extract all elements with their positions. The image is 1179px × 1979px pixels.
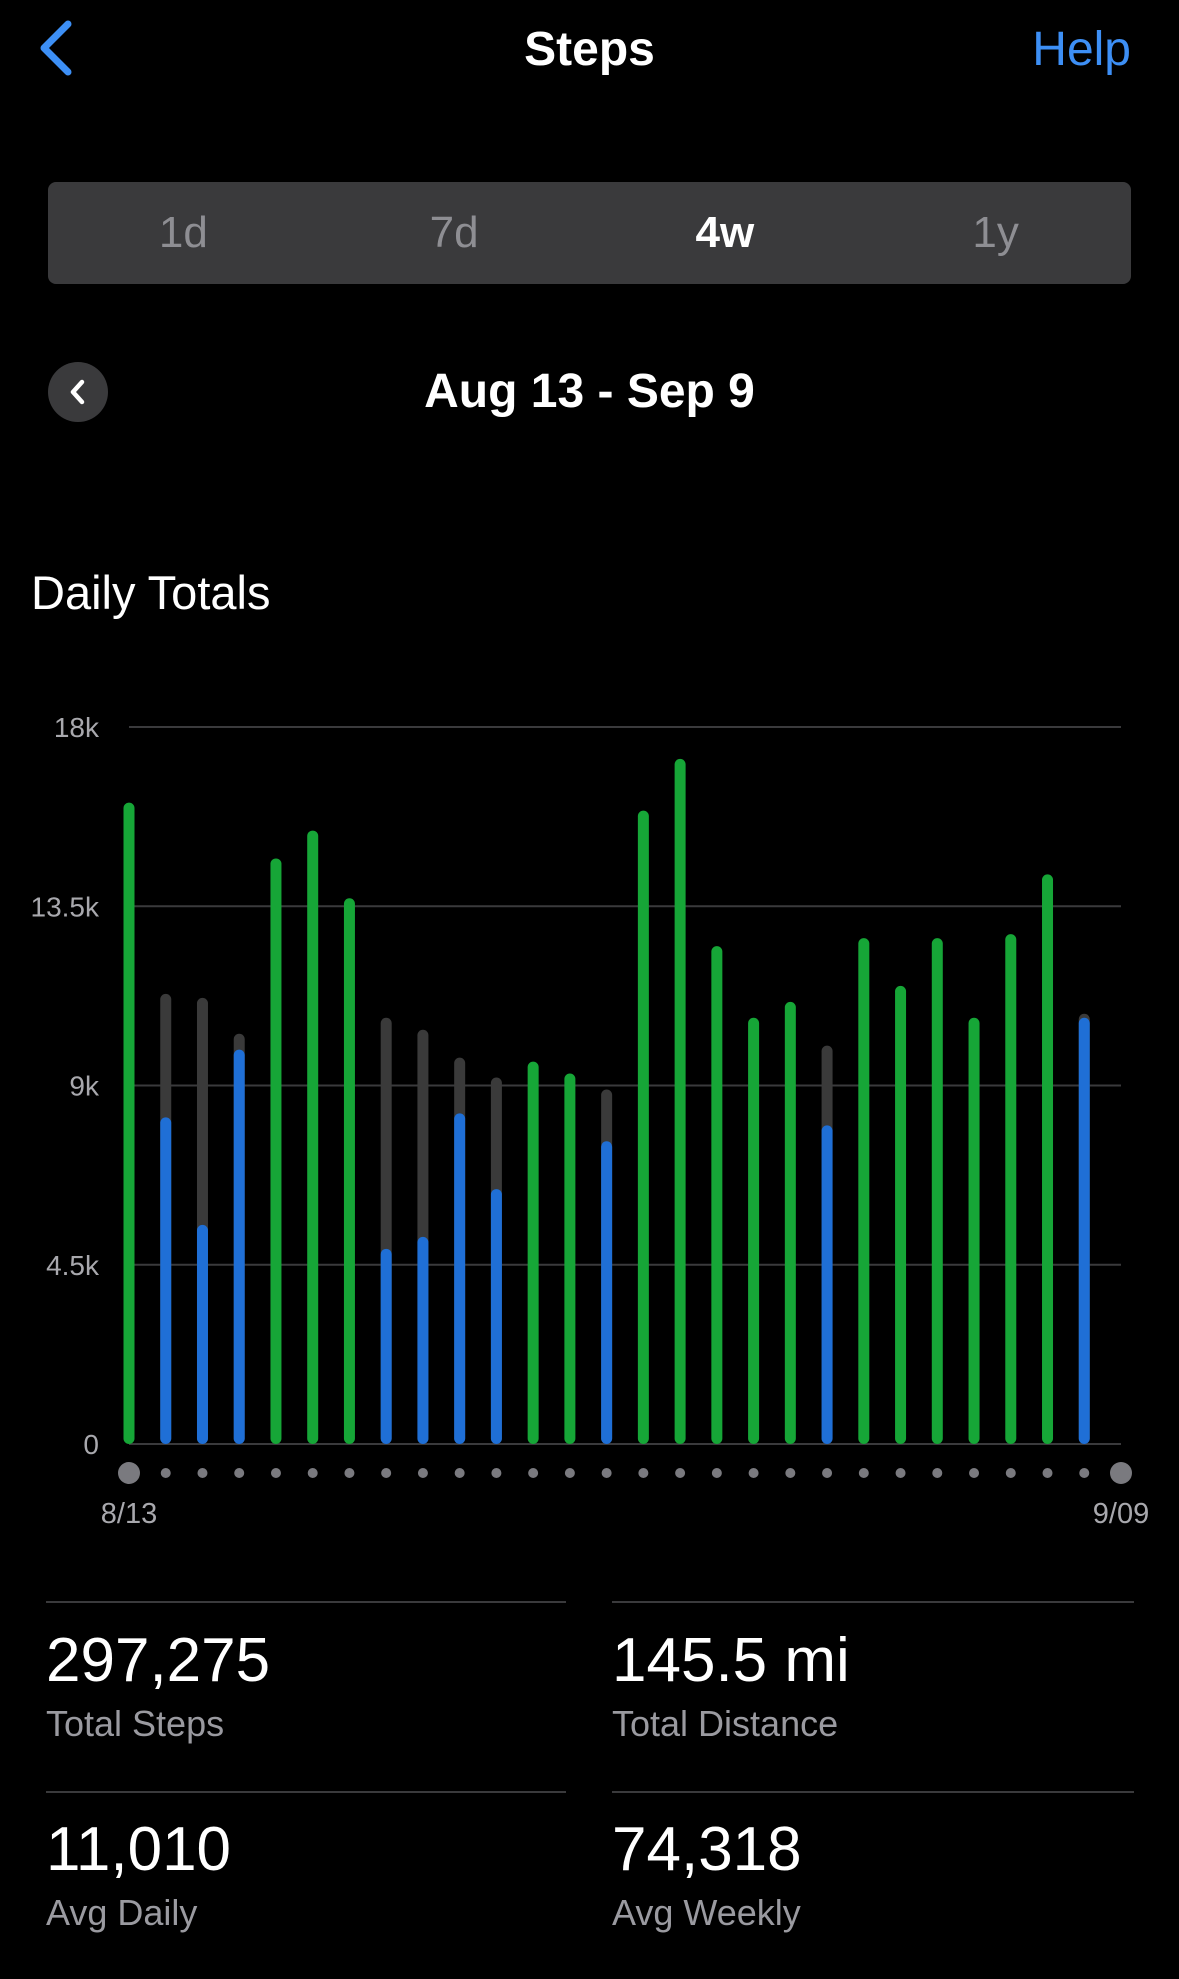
total-distance-label: Total Distance [612, 1703, 839, 1744]
steps-bar [784, 1001, 796, 1444]
x-axis-dot [932, 1468, 943, 1478]
y-tick-label: 9k [69, 1071, 100, 1102]
steps-bar [821, 1125, 833, 1444]
stat-divider [612, 1601, 1134, 1603]
total-steps-value: 297,275 [46, 1626, 271, 1695]
steps-bar [527, 1061, 539, 1444]
x-axis-dot [381, 1468, 392, 1478]
x-axis-dot [895, 1468, 906, 1478]
avg-daily-label: Avg Daily [46, 1892, 198, 1933]
date-range-label: Aug 13 - Sep 9 [424, 365, 755, 418]
x-axis-dot [344, 1468, 355, 1478]
section-title: Daily Totals [31, 566, 271, 619]
stat-divider [46, 1601, 566, 1603]
x-axis-dot [858, 1468, 869, 1478]
steps-bar [454, 1113, 466, 1444]
x-axis-dot [197, 1468, 208, 1478]
steps-bar [858, 938, 870, 1444]
x-axis-dot [160, 1468, 171, 1478]
y-tick-label: 13.5k [31, 891, 100, 922]
steps-bar [417, 1236, 429, 1444]
steps-bar [674, 758, 686, 1444]
x-axis-dot [711, 1468, 722, 1478]
steps-bar [1078, 1017, 1090, 1444]
x-axis-dot [118, 1462, 140, 1484]
x-axis-dot [969, 1468, 980, 1478]
tab-1y[interactable]: 1y [860, 182, 1131, 284]
steps-bar [637, 810, 649, 1444]
steps-bar [160, 1117, 172, 1444]
page-title: Steps [524, 23, 655, 76]
x-axis-dot [748, 1468, 759, 1478]
steps-bar [931, 938, 943, 1444]
x-axis-dot [564, 1468, 575, 1478]
x-axis-dot [822, 1468, 833, 1478]
steps-bar [564, 1073, 576, 1444]
x-axis-dot [1110, 1462, 1132, 1484]
x-axis-dot [307, 1468, 318, 1478]
help-link[interactable]: Help [1032, 22, 1131, 77]
steps-bar [1042, 874, 1054, 1444]
x-axis-dot [454, 1468, 465, 1478]
steps-bar [196, 1224, 208, 1444]
steps-bar [748, 1017, 760, 1444]
steps-bar [343, 898, 355, 1444]
steps-bar [270, 858, 282, 1444]
x-axis-dot [1079, 1468, 1090, 1478]
tab-4w[interactable]: 4w [590, 182, 861, 284]
steps-bar [490, 1189, 502, 1444]
x-axis-dot [601, 1468, 612, 1478]
avg-daily-value: 11,010 [46, 1815, 232, 1884]
tab-7d[interactable]: 7d [319, 182, 590, 284]
x-axis-dot [234, 1468, 245, 1478]
total-distance-value: 145.5 mi [612, 1626, 850, 1695]
x-axis-dot [528, 1468, 539, 1478]
x-axis-dot [270, 1468, 281, 1478]
x-axis-dot [785, 1468, 796, 1478]
x-axis-dot [638, 1468, 649, 1478]
x-axis-dot [1005, 1468, 1016, 1478]
x-axis-dot [417, 1468, 428, 1478]
total-steps-label: Total Steps [46, 1703, 225, 1744]
steps-bar [380, 1248, 392, 1444]
tab-1d[interactable]: 1d [48, 182, 319, 284]
x-axis-dot [1042, 1468, 1053, 1478]
stat-divider [46, 1791, 566, 1793]
steps-bar [1005, 934, 1017, 1444]
daily-totals-chart: 0 4.5k 9k 13.5k 18k 8/13 9/09 [31, 712, 1150, 1530]
x-axis-dot [675, 1468, 686, 1478]
steps-bar [711, 946, 723, 1444]
stat-divider [612, 1791, 1134, 1793]
steps-bar [307, 830, 319, 1444]
steps-bar [601, 1141, 613, 1444]
steps-bar [968, 1017, 980, 1444]
avg-weekly-label: Avg Weekly [612, 1892, 801, 1933]
x-axis-dot [491, 1468, 502, 1478]
steps-bar [233, 1049, 245, 1444]
x-axis-start-label: 8/13 [101, 1498, 157, 1530]
x-axis-end-label: 9/09 [1093, 1498, 1149, 1530]
y-tick-label: 18k [54, 712, 100, 743]
steps-bar [123, 802, 135, 1444]
y-tick-label: 0 [83, 1429, 99, 1460]
y-tick-label: 4.5k [46, 1250, 100, 1281]
steps-bar [895, 985, 907, 1444]
avg-weekly-value: 74,318 [612, 1815, 802, 1884]
range-segmented-control: 1d 7d 4w 1y [48, 182, 1131, 284]
